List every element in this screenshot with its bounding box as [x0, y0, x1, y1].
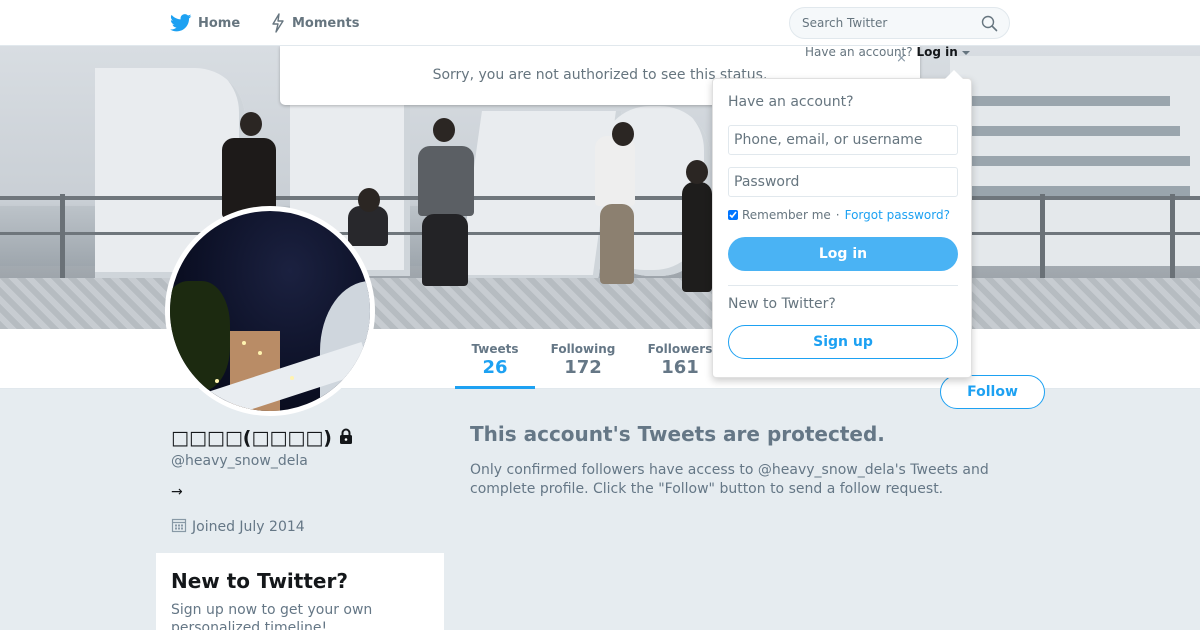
login-button[interactable]: Log in: [728, 237, 958, 271]
calendar-icon: [171, 517, 187, 537]
remember-row: Remember me · Forgot password?: [728, 208, 950, 222]
twitter-bird-icon: [170, 14, 192, 32]
following-stat[interactable]: Following 172: [545, 329, 621, 389]
profile-joined-text: Joined July 2014: [192, 519, 305, 535]
protected-title: This account's Tweets are protected.: [470, 422, 885, 446]
username-field[interactable]: [728, 125, 958, 155]
banner-person: [422, 214, 468, 286]
dropdown-divider: [728, 285, 958, 286]
forgot-password-link[interactable]: Forgot password?: [845, 208, 950, 222]
followers-stat[interactable]: Followers 161: [643, 329, 717, 389]
lightning-icon: [270, 13, 286, 33]
following-stat-label: Following: [550, 342, 616, 356]
profile-name-text: □□□□(□□□□): [171, 427, 332, 449]
profile-bio: →: [171, 484, 183, 500]
avatar-tree: [170, 281, 230, 391]
lock-icon: [338, 427, 354, 449]
tweets-stat[interactable]: Tweets 26: [455, 329, 535, 389]
banner-person: [418, 146, 474, 216]
signup-card-body: Sign up now to get your own personalized…: [171, 602, 373, 630]
nav-home-label: Home: [198, 15, 241, 31]
caret-down-icon: [961, 45, 970, 59]
banner-post: [1040, 194, 1045, 284]
banner-person: [600, 204, 634, 284]
banner-person: [595, 136, 635, 206]
search-input[interactable]: [802, 16, 997, 30]
login-dropdown: Have an account? Remember me · Forgot pa…: [712, 70, 972, 378]
signup-card: New to Twitter? Sign up now to get your …: [156, 553, 444, 630]
remember-me-checkbox[interactable]: [728, 210, 738, 220]
search-icon[interactable]: [981, 15, 998, 36]
banner-post: [60, 194, 65, 284]
new-to-twitter-heading: New to Twitter?: [728, 296, 836, 312]
profile-joined-date: Joined July 2014: [171, 517, 305, 537]
profile-screen-name[interactable]: @heavy_snow_dela: [171, 453, 308, 469]
profile-avatar[interactable]: [165, 206, 375, 416]
nav-moments-label: Moments: [292, 15, 360, 31]
dropdown-caret: [945, 70, 963, 79]
login-link[interactable]: Log in: [916, 45, 957, 59]
signup-button[interactable]: Sign up: [728, 325, 958, 359]
nav-moments-link[interactable]: Moments: [270, 0, 359, 46]
banner-post: [1170, 194, 1175, 284]
tweets-stat-value: 26: [482, 357, 508, 378]
top-navigation-bar: Home Moments: [0, 0, 1200, 46]
nav-home-link[interactable]: Home: [170, 0, 240, 46]
followers-stat-label: Followers: [647, 342, 713, 356]
banner-person: [682, 182, 712, 292]
following-stat-value: 172: [564, 357, 602, 378]
password-field[interactable]: [728, 167, 958, 197]
remember-me-label[interactable]: Remember me: [742, 208, 831, 222]
tweets-stat-label: Tweets: [471, 342, 519, 356]
search-box: [789, 7, 1010, 39]
followers-stat-value: 161: [661, 357, 699, 378]
signup-card-title: New to Twitter?: [171, 569, 348, 593]
follow-button[interactable]: Follow: [940, 375, 1045, 409]
separator-dot: ·: [835, 208, 840, 222]
login-dropdown-toggle[interactable]: Have an account? Log in: [805, 45, 970, 61]
protected-message: Only confirmed followers have access to …: [470, 462, 989, 497]
banner-person: [348, 206, 388, 246]
account-prompt: Have an account?: [805, 45, 913, 59]
profile-name: □□□□(□□□□): [171, 426, 354, 450]
login-heading: Have an account?: [728, 94, 854, 110]
